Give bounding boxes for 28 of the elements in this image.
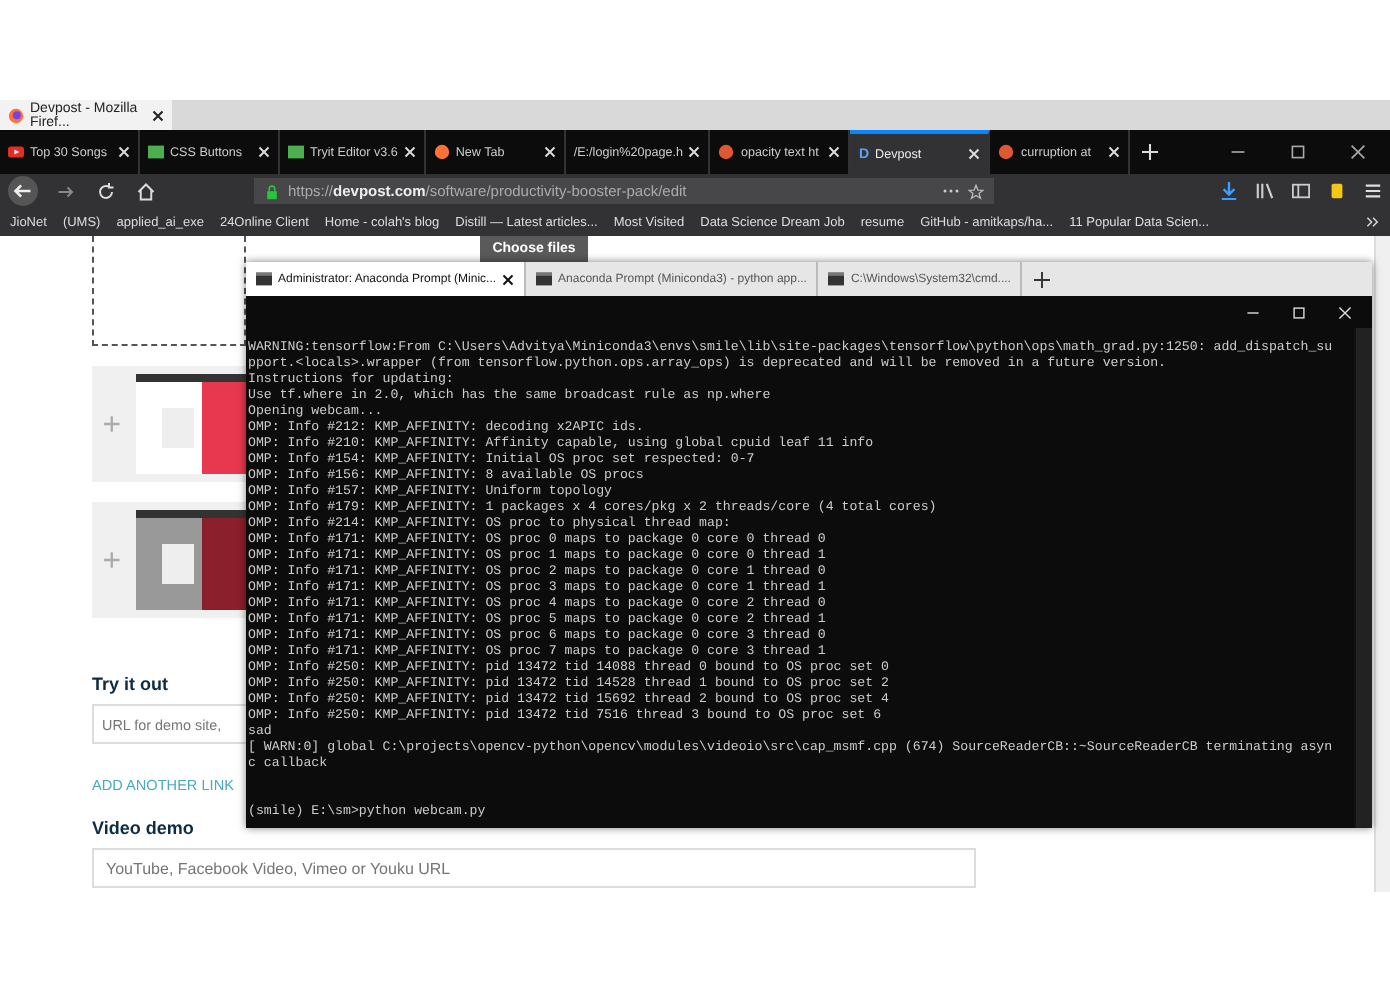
close-icon[interactable] xyxy=(1350,144,1366,160)
console-icon xyxy=(536,272,553,286)
scrollbar[interactable] xyxy=(1354,328,1372,828)
sidebar-icon[interactable] xyxy=(1292,182,1310,200)
reload-icon[interactable] xyxy=(94,179,118,203)
lock-icon xyxy=(264,183,280,199)
new-tab-icon[interactable] xyxy=(1034,271,1051,287)
extension-icon[interactable] xyxy=(1328,182,1346,200)
library-icon[interactable] xyxy=(1256,182,1274,200)
more-icon[interactable] xyxy=(942,188,960,194)
maximize-icon[interactable] xyxy=(1290,144,1306,160)
field-label: Try it out xyxy=(92,674,168,694)
input-field[interactable]: YouTube, Facebook Video, Vimeo or Youku URL xyxy=(92,848,976,888)
star-icon[interactable] xyxy=(968,183,984,199)
browser-icon xyxy=(8,107,24,123)
move-handle-icon[interactable] xyxy=(104,416,120,432)
field-label: Video demo xyxy=(92,818,194,838)
close-icon[interactable] xyxy=(502,273,515,285)
close-icon[interactable] xyxy=(152,109,164,121)
console-icon xyxy=(256,272,272,286)
menu-icon[interactable] xyxy=(1364,182,1382,200)
home-icon[interactable] xyxy=(134,179,158,203)
console-icon xyxy=(828,272,845,286)
download-icon[interactable] xyxy=(1220,182,1238,200)
play-icon xyxy=(8,144,24,160)
move-handle-icon[interactable] xyxy=(104,552,120,568)
back-icon[interactable] xyxy=(8,176,38,206)
overflow-chevron-icon[interactable] xyxy=(1366,216,1380,228)
